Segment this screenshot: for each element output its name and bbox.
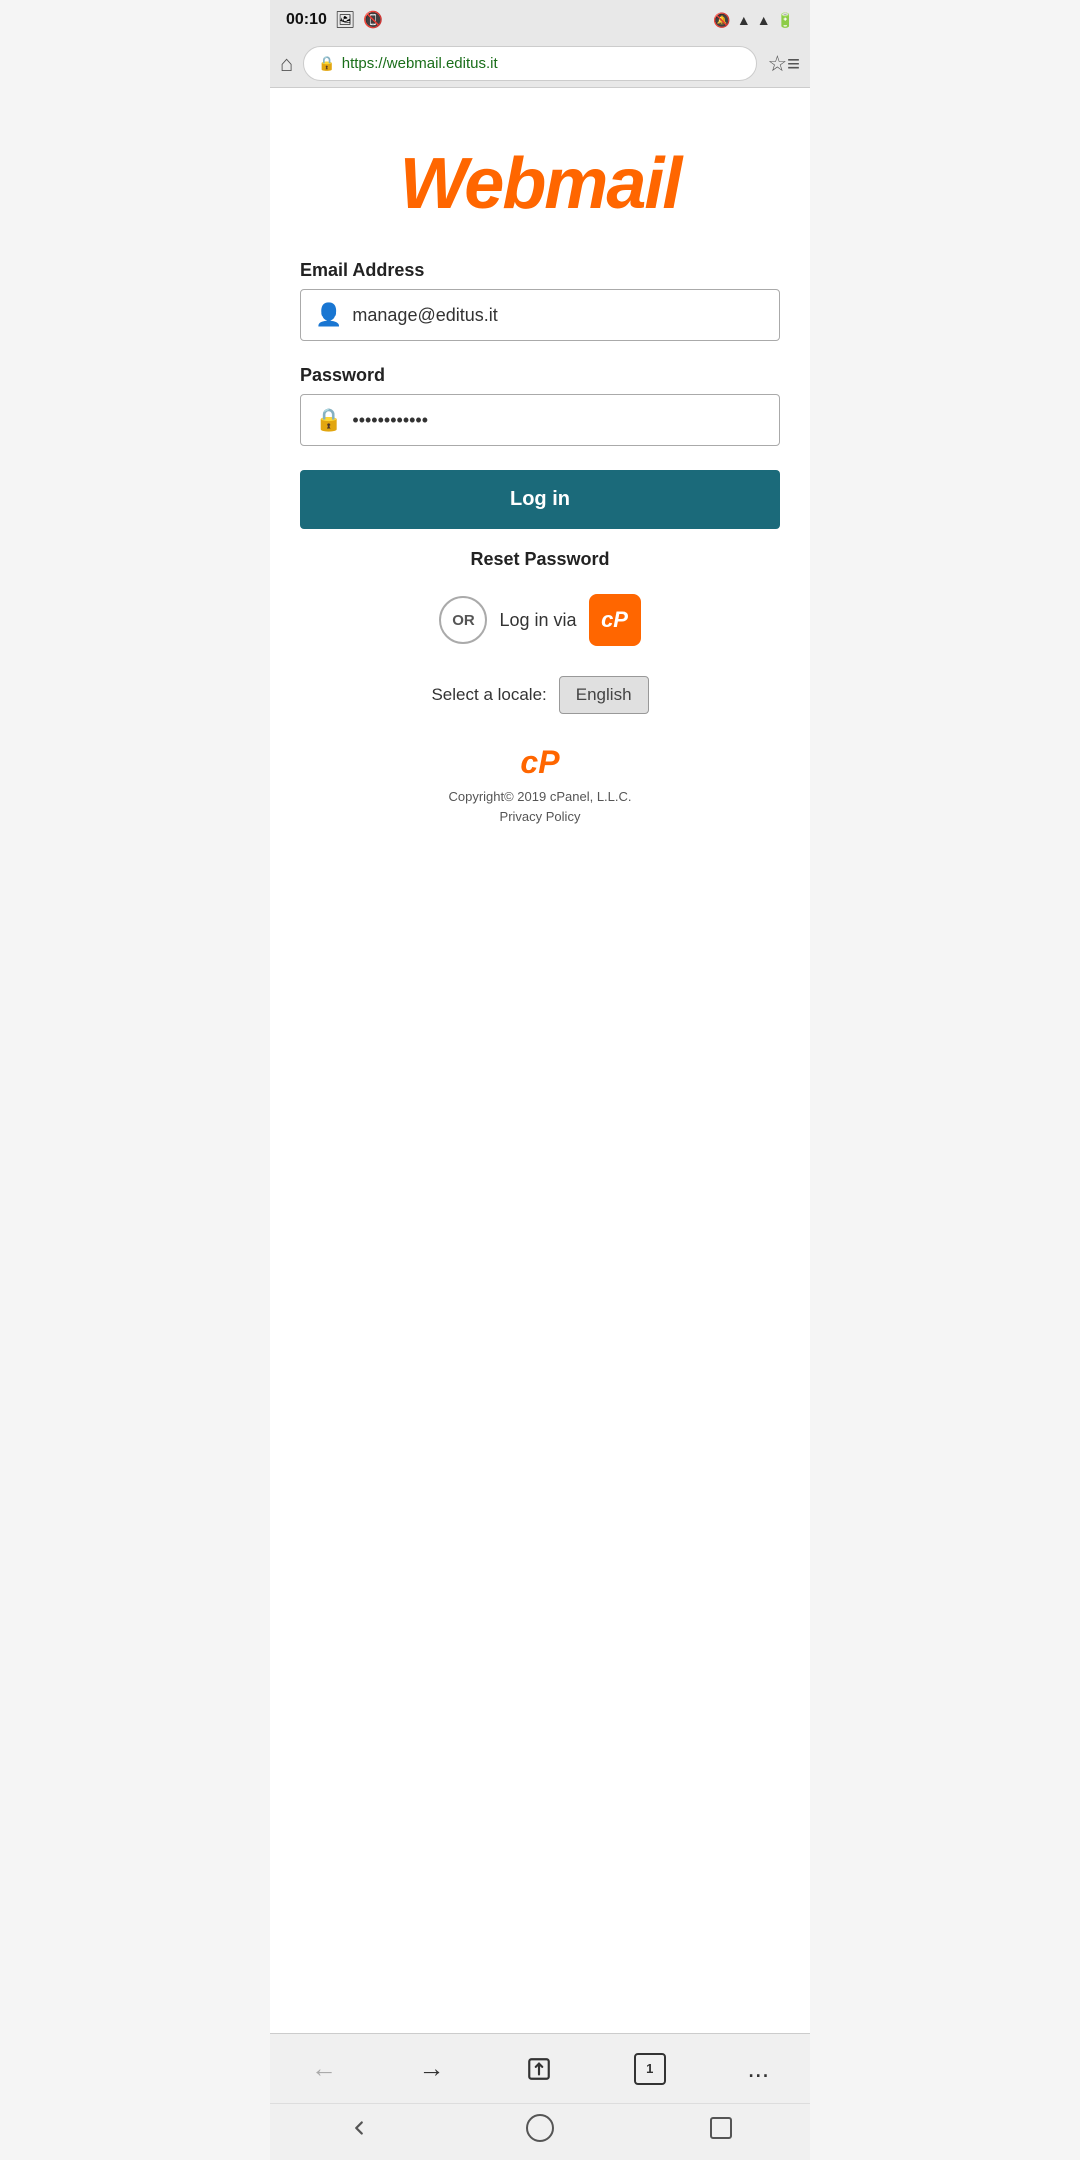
reset-password-link[interactable]: Reset Password [300, 549, 780, 570]
email-input[interactable] [352, 305, 765, 326]
login-form: Email Address 👤 Password 🔒 Log in Reset … [300, 260, 780, 826]
main-content: Webmail Email Address 👤 Password 🔒 Log i… [270, 88, 810, 2033]
more-button[interactable]: ... [747, 2053, 769, 2084]
password-input-wrapper: 🔒 [300, 394, 780, 446]
android-recents-button[interactable] [710, 2117, 732, 2139]
lock-icon: 🔒 [318, 55, 335, 72]
back-button[interactable]: ← [311, 2053, 337, 2084]
email-input-wrapper: 👤 [300, 289, 780, 341]
wifi-icon: ▲ [737, 12, 751, 28]
notification-icon: 📵 [363, 10, 383, 30]
forward-button[interactable]: → [418, 2053, 444, 2084]
privacy-policy-link[interactable]: Privacy Policy [500, 809, 581, 824]
user-icon: 👤 [315, 302, 342, 328]
status-bar: 00:10 🖼 📵 🔕 ▲ ▲ 🔋 [270, 0, 810, 40]
cpanel-footer-logo: cP [300, 744, 780, 781]
cpanel-login-button[interactable]: cP [589, 594, 641, 646]
share-button[interactable] [526, 2056, 552, 2082]
android-back-button[interactable] [348, 2117, 370, 2139]
browser-bar: ⌂ 🔒 https://webmail.editus.it ☆≡ [270, 40, 810, 88]
url-text: https://webmail.editus.it [342, 55, 498, 72]
locale-row: Select a locale: English [300, 676, 780, 714]
browser-nav-bar: ← → 1 ... [270, 2033, 810, 2103]
cpanel-icon: cP [601, 607, 628, 633]
status-time: 00:10 [286, 11, 327, 29]
footer-area: cP Copyright© 2019 cPanel, L.L.C. Privac… [300, 744, 780, 826]
battery-icon: 🔋 [777, 12, 794, 29]
email-label: Email Address [300, 260, 780, 281]
or-login-row: OR Log in via cP [300, 594, 780, 646]
logo-container: Webmail [400, 148, 681, 220]
or-badge: OR [439, 596, 487, 644]
tab-count: 1 [634, 2053, 666, 2085]
password-input[interactable] [352, 410, 765, 431]
bookmark-star-icon[interactable]: ☆≡ [767, 51, 800, 77]
copyright-text: Copyright© 2019 cPanel, L.L.C. [300, 787, 780, 808]
photo-icon: 🖼 [335, 10, 355, 30]
password-label: Password [300, 365, 780, 386]
locale-selector[interactable]: English [559, 676, 649, 714]
webmail-logo: Webmail [400, 148, 681, 220]
login-via-text: Log in via [499, 610, 576, 631]
lock-field-icon: 🔒 [315, 407, 342, 433]
android-nav [270, 2103, 810, 2160]
android-home-button[interactable] [526, 2114, 554, 2142]
url-bar[interactable]: 🔒 https://webmail.editus.it [303, 46, 757, 81]
signal-icon: ▲ [757, 12, 771, 28]
home-icon[interactable]: ⌂ [280, 51, 293, 77]
login-button[interactable]: Log in [300, 470, 780, 529]
locale-label: Select a locale: [431, 685, 546, 705]
tabs-button[interactable]: 1 [634, 2053, 666, 2085]
mute-icon: 🔕 [713, 12, 730, 29]
